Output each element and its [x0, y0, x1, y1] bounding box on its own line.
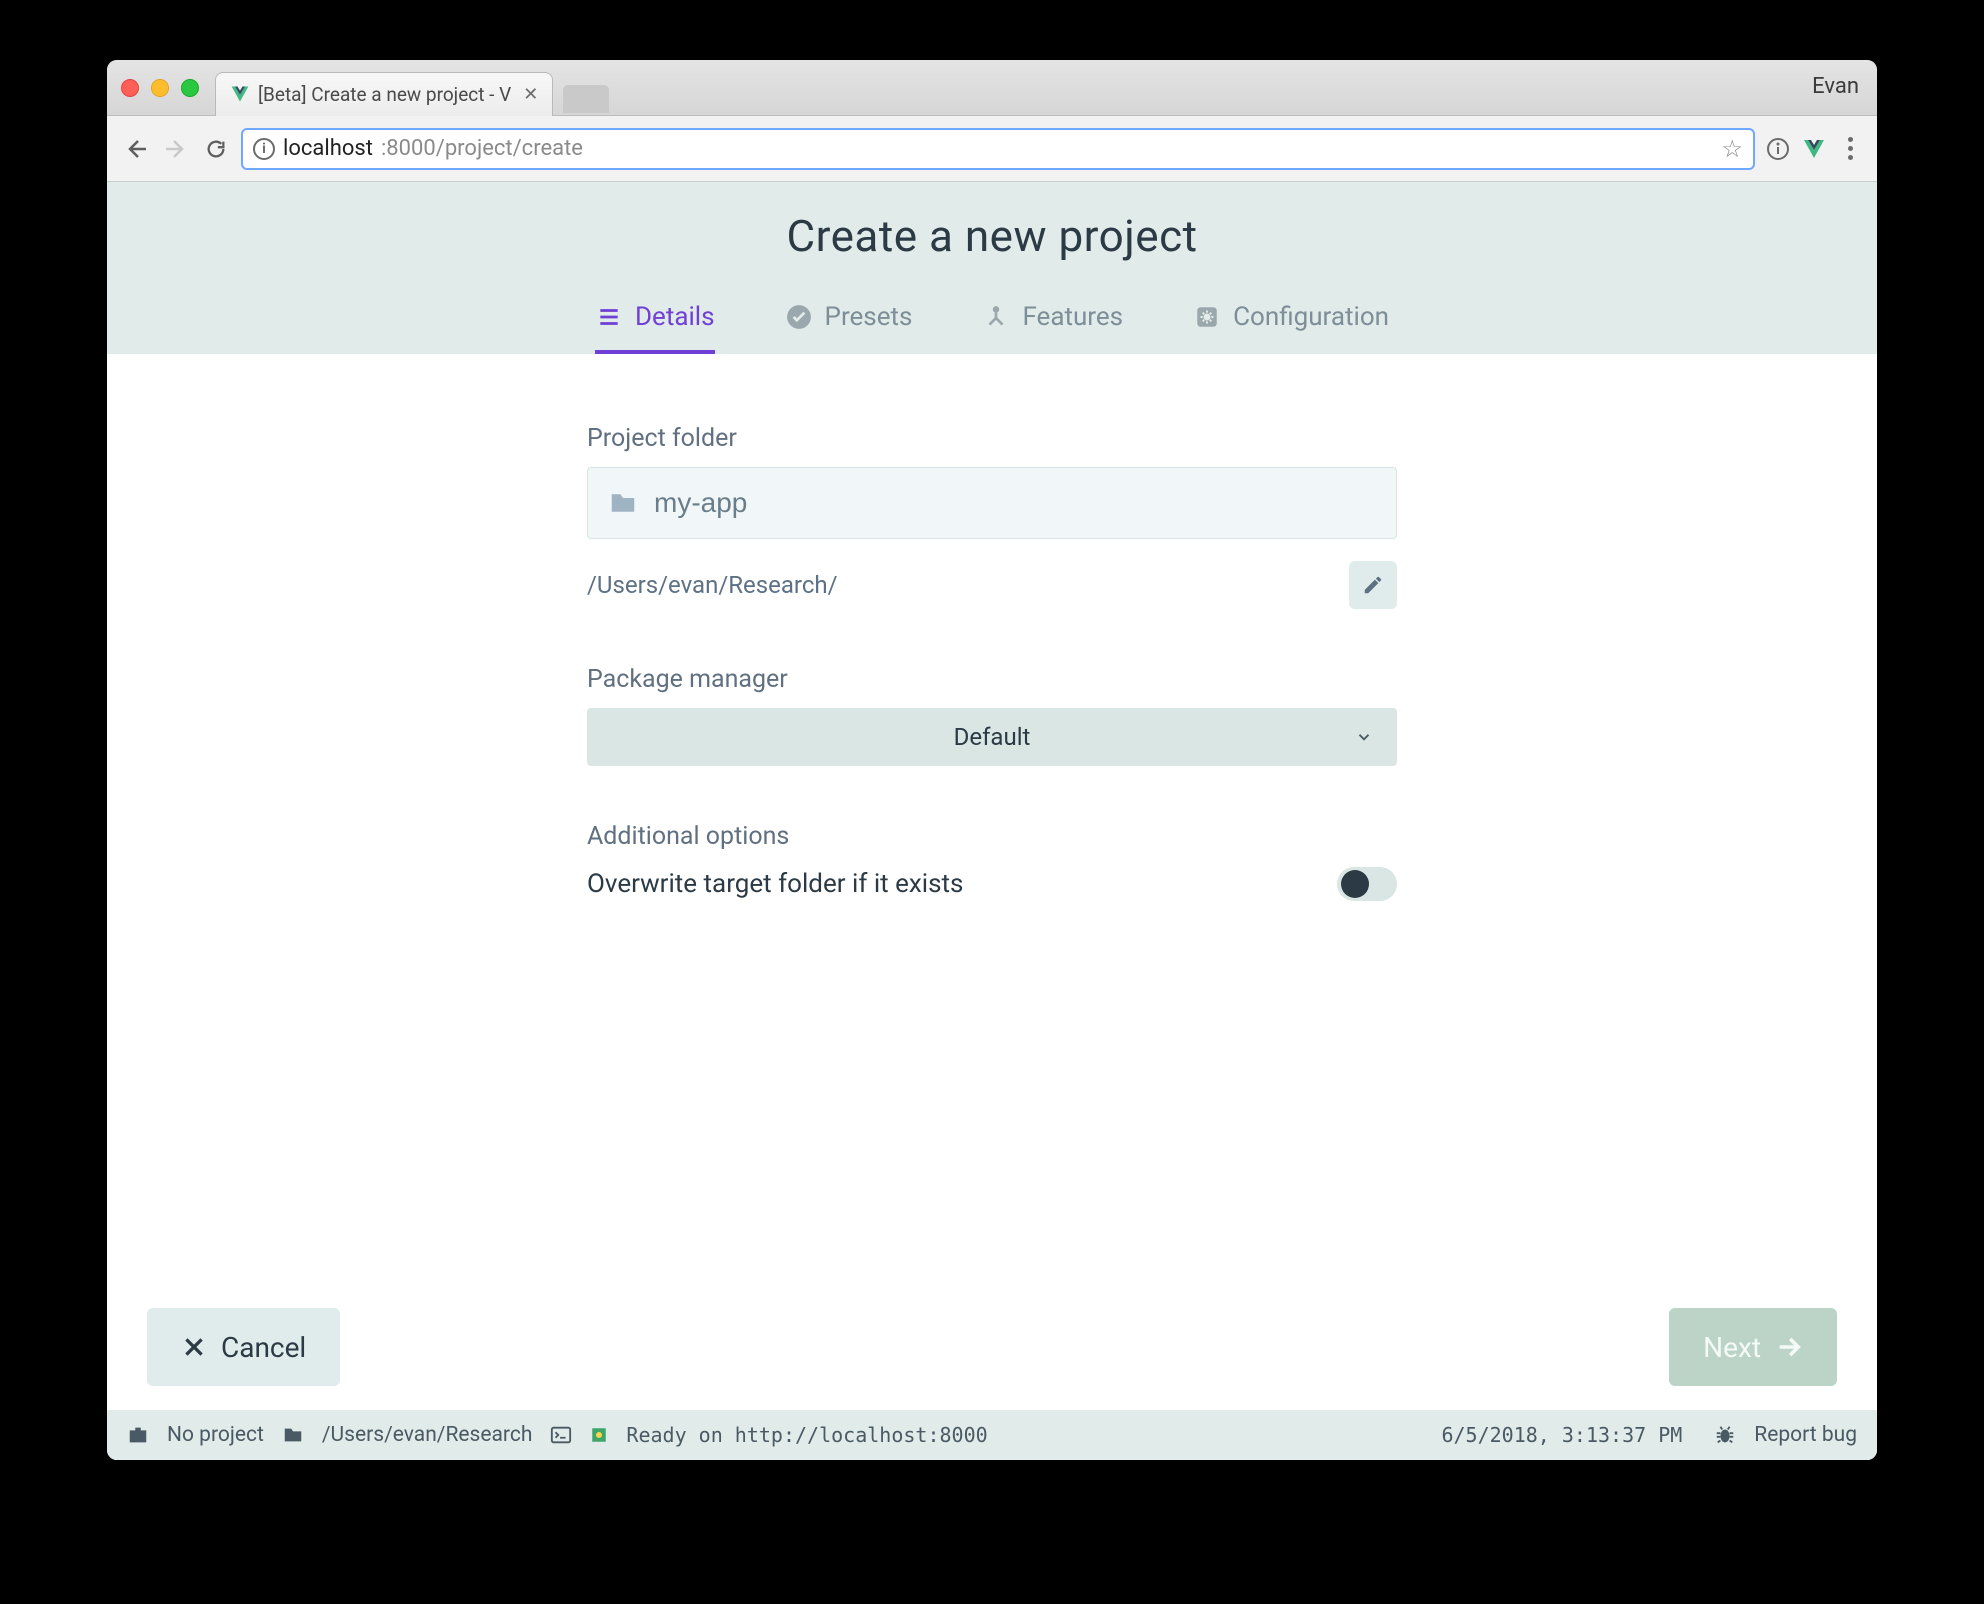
list-icon: [595, 303, 623, 331]
briefcase-icon: [127, 1424, 149, 1446]
tab-label: Configuration: [1233, 302, 1389, 332]
chevron-down-icon: [1355, 728, 1373, 746]
package-manager-label: Package manager: [587, 665, 1397, 694]
url-path: :8000/project/create: [381, 136, 583, 161]
forward-button[interactable]: [161, 134, 191, 164]
cancel-label: Cancel: [221, 1331, 306, 1364]
gear-icon: [1193, 303, 1221, 331]
next-button[interactable]: Next: [1669, 1308, 1837, 1386]
overwrite-toggle[interactable]: [1337, 867, 1397, 901]
address-bar[interactable]: i localhost :8000/project/create ☆: [241, 128, 1755, 170]
form-area: Project folder /Users/evan/Research/ Pac…: [107, 354, 1877, 1284]
page-title: Create a new project: [107, 210, 1877, 262]
overwrite-option-label: Overwrite target folder if it exists: [587, 869, 963, 899]
cwd-label[interactable]: /Users/evan/Research: [322, 1423, 533, 1447]
status-dot-icon: [590, 1426, 608, 1444]
package-manager-select[interactable]: Default: [587, 708, 1397, 766]
bug-icon: [1714, 1424, 1736, 1446]
info-icon[interactable]: [1765, 136, 1791, 162]
report-bug-link[interactable]: Report bug: [1754, 1423, 1857, 1447]
tab-details[interactable]: Details: [595, 302, 715, 354]
terminal-icon[interactable]: [550, 1424, 572, 1446]
back-button[interactable]: [121, 134, 151, 164]
additional-options-label: Additional options: [587, 822, 1397, 851]
browser-menu-button[interactable]: [1837, 136, 1863, 162]
tab-features[interactable]: Features: [982, 302, 1123, 354]
project-folder-input[interactable]: [654, 487, 1376, 519]
status-bar: No project /Users/evan/Research Ready on…: [107, 1410, 1877, 1460]
bookmark-icon[interactable]: ☆: [1721, 135, 1743, 163]
close-icon: [181, 1334, 207, 1360]
edit-path-button[interactable]: [1349, 561, 1397, 609]
package-manager-value: Default: [954, 723, 1031, 751]
maximize-window-button[interactable]: [181, 79, 199, 97]
app-header: Create a new project Details Presets: [107, 182, 1877, 354]
new-tab-button[interactable]: [563, 85, 609, 113]
base-path: /Users/evan/Research/: [587, 571, 1339, 599]
site-info-icon[interactable]: i: [253, 138, 275, 160]
project-folder-label: Project folder: [587, 424, 1397, 453]
no-project-label: No project: [167, 1423, 264, 1447]
reload-button[interactable]: [201, 134, 231, 164]
profile-name[interactable]: Evan: [1812, 74, 1859, 99]
arrow-right-icon: [1775, 1333, 1803, 1361]
minimize-window-button[interactable]: [151, 79, 169, 97]
toggle-knob: [1341, 870, 1369, 898]
window-controls: [121, 79, 199, 97]
close-tab-icon[interactable]: ✕: [523, 84, 538, 105]
browser-window: [Beta] Create a new project - V ✕ Evan i…: [107, 60, 1877, 1460]
timestamp: 6/5/2018, 3:13:37 PM: [1441, 1423, 1682, 1447]
next-label: Next: [1703, 1331, 1761, 1364]
ready-label: Ready on http://localhost:8000: [626, 1423, 987, 1447]
titlebar: [Beta] Create a new project - V ✕ Evan: [107, 60, 1877, 116]
tab-label: Presets: [825, 302, 913, 332]
folder-icon: [282, 1424, 304, 1446]
footer-actions: Cancel Next: [107, 1284, 1877, 1410]
browser-toolbar: i localhost :8000/project/create ☆: [107, 116, 1877, 182]
close-window-button[interactable]: [121, 79, 139, 97]
browser-tab[interactable]: [Beta] Create a new project - V ✕: [215, 72, 553, 116]
wizard-tabs: Details Presets Features: [107, 302, 1877, 354]
vue-favicon-icon: [230, 84, 250, 104]
merge-icon: [982, 303, 1010, 331]
tab-configuration[interactable]: Configuration: [1193, 302, 1389, 354]
project-folder-input-wrap[interactable]: [587, 467, 1397, 539]
tab-presets[interactable]: Presets: [785, 302, 913, 354]
check-circle-icon: [785, 303, 813, 331]
vue-extension-icon[interactable]: [1801, 136, 1827, 162]
folder-icon: [608, 488, 638, 518]
tab-label: Features: [1022, 302, 1123, 332]
app-content: Create a new project Details Presets: [107, 182, 1877, 1460]
url-host: localhost: [283, 136, 373, 161]
tab-label: Details: [635, 302, 715, 332]
tab-title: [Beta] Create a new project - V: [258, 83, 511, 106]
cancel-button[interactable]: Cancel: [147, 1308, 340, 1386]
